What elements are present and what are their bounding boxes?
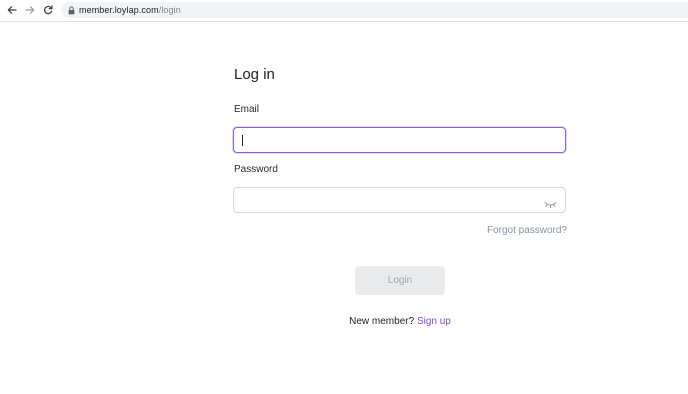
forgot-password-link[interactable]: Forgot password? [487,225,567,236]
url-text: member.loylap.com/login [79,5,181,15]
arrow-left-icon [7,6,17,14]
url-host: member.loylap.com [79,5,159,15]
password-label: Password [234,164,278,175]
address-bar[interactable]: member.loylap.com/login [61,2,688,18]
email-label: Email [234,104,260,115]
reload-button[interactable] [41,3,55,17]
page-title: Log in [234,66,275,83]
email-field-container [233,127,566,153]
signup-row: New member? Sign up [0,316,688,327]
password-input[interactable] [234,188,565,212]
lock-icon [67,5,75,15]
url-path: /login [158,5,181,15]
signup-link[interactable]: Sign up [417,316,451,327]
eye-closed-icon[interactable] [544,196,557,209]
signup-prompt: New member? [349,316,415,327]
text-cursor [242,135,243,146]
login-button[interactable]: Login [355,266,445,295]
back-button[interactable] [5,3,19,17]
forward-button[interactable] [23,3,37,17]
browser-toolbar: member.loylap.com/login [0,0,688,22]
password-field-container [233,187,566,213]
reload-icon [44,5,53,15]
email-input[interactable] [234,128,565,152]
arrow-right-icon [25,6,35,14]
